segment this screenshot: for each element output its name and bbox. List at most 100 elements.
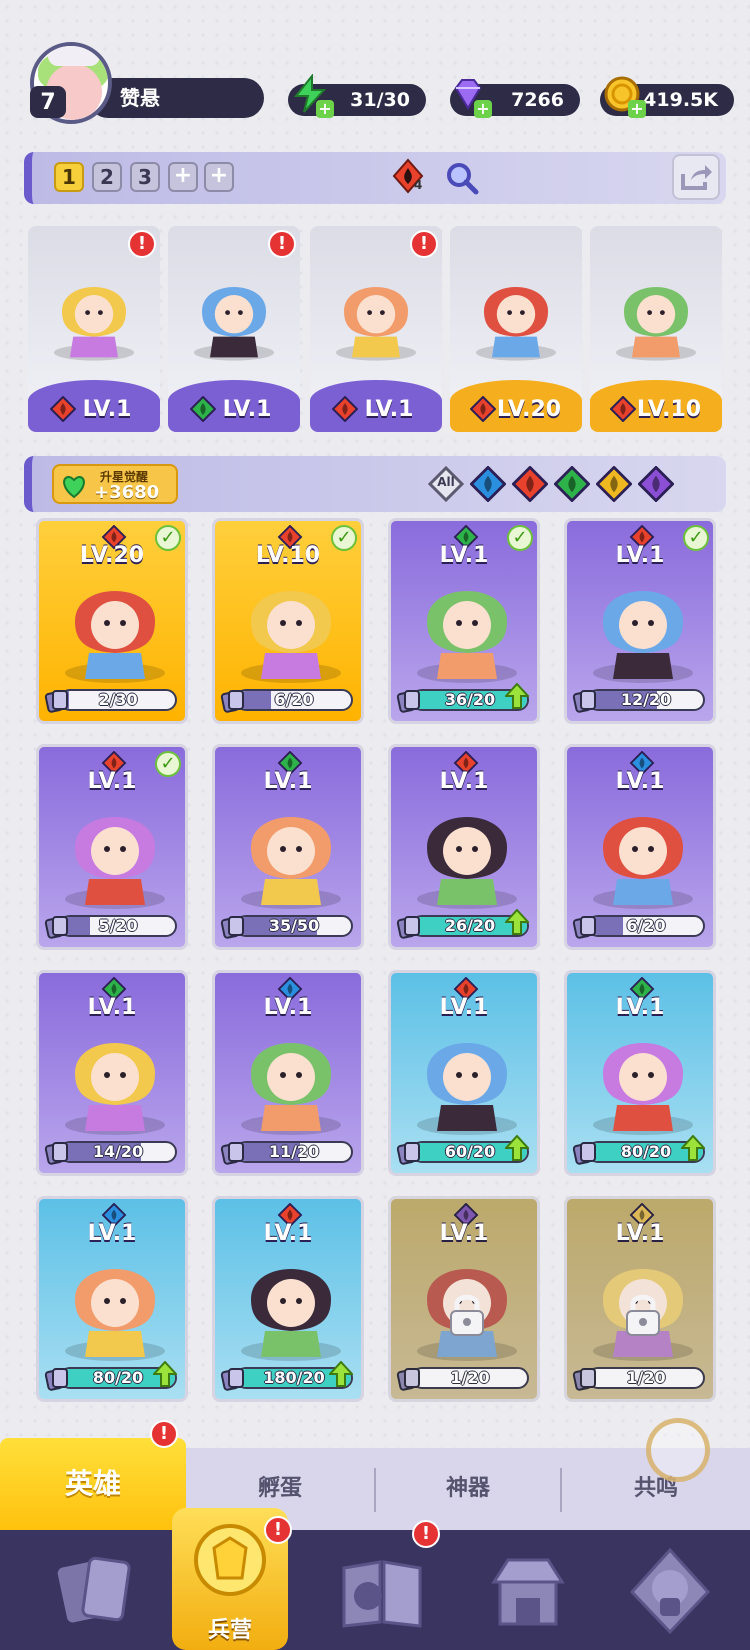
shard-card-icon [44,1368,68,1391]
nav-barracks-label: 兵营 [207,1618,252,1643]
team-card[interactable]: LV.1! [28,226,160,432]
team-hero-portrait [460,250,572,380]
hero-card[interactable]: LV.1 36/20 ✓ [388,518,540,724]
team-card[interactable]: LV.1! [168,226,300,432]
shard-card-icon [220,690,244,713]
share-button[interactable] [672,154,720,200]
book-icon [342,1560,422,1628]
team-card[interactable]: LV.20 [450,226,582,432]
tab-heroes[interactable]: 英雄 [0,1438,186,1530]
team-tab-2[interactable]: 2 [92,162,122,192]
hero-level: LV.1 [439,769,489,794]
hero-card[interactable]: LV.10 6/20 ✓ [212,518,364,724]
hero-level: LV.1 [263,995,313,1020]
shard-progress-text: 6/20 [274,690,314,709]
upgrade-arrow-icon[interactable] [681,1135,705,1161]
upgrade-arrow-icon[interactable] [153,1361,177,1387]
team-selector-bar: 1 2 3 + + 4 [24,152,726,204]
hero-portrait [573,787,713,917]
nav-cards[interactable] [44,1542,144,1638]
filter-dark-button[interactable] [637,465,675,503]
magnify-icon[interactable] [444,160,480,196]
team-tab-1[interactable]: 1 [54,162,84,192]
hero-portrait [45,1239,185,1369]
hero-card[interactable]: LV.1 6/20 [564,744,716,950]
filter-water-button[interactable] [469,465,507,503]
shard-progress-bar: 12/20 [587,689,705,711]
hero-card[interactable]: LV.20 2/30 ✓ [36,518,188,724]
nav-guild[interactable] [620,1542,720,1638]
lock-icon [450,1294,484,1336]
hero-card[interactable]: LV.1 14/20 [36,970,188,1176]
team-hero-portrait [178,250,290,380]
upgrade-arrow-icon[interactable] [329,1361,353,1387]
shard-progress-bar: 2/30 [59,689,177,711]
upgrade-arrow-icon[interactable] [505,683,529,709]
shard-progress-bar: 35/50 [235,915,353,937]
water-element-icon [469,465,507,506]
shard-progress-bar: 6/20 [235,689,353,711]
hero-level: LV.1 [439,995,489,1020]
hero-card[interactable]: LV.1 80/20 [36,1196,188,1402]
team-card[interactable]: LV.10 [590,226,722,432]
hero-card[interactable]: LV.1 1/20 [564,1196,716,1402]
team-hero-portrait [320,250,432,380]
floating-ring-button[interactable] [646,1418,710,1482]
player-name: 赞悬 [88,78,264,118]
hero-card[interactable]: LV.1 35/50 [212,744,364,950]
shard-card-icon [44,916,68,939]
shard-progress-text: 1/20 [626,1368,666,1387]
shard-card-icon [572,1142,596,1165]
add-gem-icon[interactable]: + [474,100,492,118]
tab-artifact[interactable]: 神器 [376,1448,560,1530]
gem-icon[interactable]: + [446,72,492,118]
nav-shop[interactable] [478,1542,578,1638]
hero-level: LV.1 [615,1221,665,1246]
hero-card[interactable]: LV.1 180/20 [212,1196,364,1402]
shard-progress-text: 6/20 [626,916,666,935]
hero-card[interactable]: LV.1 1/20 [388,1196,540,1402]
tab-heroes-alert-icon: ! [150,1420,178,1448]
shard-card-icon [44,690,68,713]
hero-card[interactable]: LV.1 26/20 [388,744,540,950]
hero-level: LV.1 [87,995,137,1020]
shard-card-icon [572,1368,596,1391]
upgrade-arrow-icon[interactable] [505,909,529,935]
shard-progress-text: 35/50 [268,916,320,935]
hero-portrait [573,561,713,691]
team-card-level: LV.10 [636,397,702,422]
hero-portrait [45,1013,185,1143]
filter-fire-button[interactable] [511,465,549,503]
hero-card[interactable]: LV.1 11/20 [212,970,364,1176]
filter-all-button[interactable]: All [427,465,465,503]
shard-progress-bar: 14/20 [59,1141,177,1163]
add-gold-icon[interactable]: + [628,100,646,118]
hero-card[interactable]: LV.1 5/20 ✓ [36,744,188,950]
hero-level: LV.1 [87,1221,137,1246]
hero-portrait [397,787,537,917]
hero-card[interactable]: LV.1 80/20 [564,970,716,1176]
hero-portrait [397,561,537,691]
gold-coin-icon[interactable]: + [600,72,646,118]
nav-barracks-alert-icon: ! [264,1516,292,1544]
team-tab-3[interactable]: 3 [130,162,160,192]
hero-card[interactable]: LV.1 12/20 ✓ [564,518,716,724]
shard-progress-bar: 6/20 [587,915,705,937]
shop-icon [491,1558,565,1626]
filter-wind-button[interactable] [553,465,591,503]
add-team-button-2[interactable]: + [204,162,234,192]
awaken-button[interactable]: 升星觉醒 +3680 [52,464,178,504]
hero-card[interactable]: LV.1 60/20 [388,970,540,1176]
upgrade-arrow-icon[interactable] [505,1135,529,1161]
energy-icon[interactable]: + [288,72,334,118]
add-team-button[interactable]: + [168,162,198,192]
deployed-check-icon: ✓ [155,525,181,551]
fire-element-icon [511,465,549,506]
nav-book[interactable] [332,1542,432,1638]
add-energy-icon[interactable]: + [316,100,334,118]
filter-light-button[interactable] [595,465,633,503]
team-card[interactable]: LV.1! [310,226,442,432]
fire-count: 4 [414,178,423,192]
team-card-level: LV.1 [82,397,132,422]
shard-card-icon [220,1142,244,1165]
